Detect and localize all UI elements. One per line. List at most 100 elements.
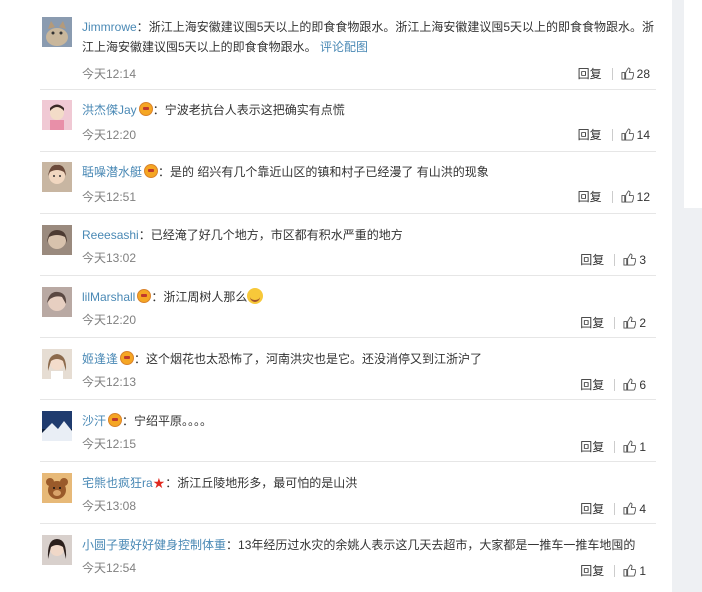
like-button[interactable]: 1	[623, 440, 646, 454]
comment-item: Jimmrowe：浙江上海安徽建议囤5天以上的即食食物跟水。浙江上海安徽建议囤5…	[42, 17, 672, 87]
avatar[interactable]	[42, 411, 72, 441]
avatar[interactable]	[42, 349, 72, 379]
comment-text: 小圆子要好好健身控制体重：13年经历过水灾的余姚人表示这几天去超市，大家都是一推…	[82, 535, 672, 555]
star-badge-icon: ★	[152, 475, 166, 491]
comment-text: 沙汗 ：宁绍平原。。。。	[82, 411, 660, 431]
thumbs-up-icon	[621, 67, 634, 80]
comment-body: 浙江丘陵地形多，最可怕的是山洪	[177, 476, 358, 490]
avatar[interactable]	[42, 100, 72, 130]
avatar[interactable]	[42, 17, 72, 47]
colon: ：	[122, 414, 135, 428]
vip-badge-icon	[108, 413, 123, 427]
like-button[interactable]: 1	[623, 564, 646, 578]
comment-actions: 回复 4	[580, 500, 646, 517]
comment-body: 宁波老抗台人表示这把确实有点慌	[164, 103, 345, 117]
colon: ：	[226, 538, 239, 552]
action-divider	[614, 502, 616, 515]
timestamp: 今天12:51	[82, 190, 137, 204]
comment-text: 聒噪潜水艇 ：是的 绍兴有几个靠近山区的镇和村子已经漫了 有山洪的现象	[82, 162, 660, 182]
reply-button[interactable]: 回复	[578, 65, 602, 82]
reply-button[interactable]: 回复	[578, 188, 602, 205]
username-link[interactable]: 宅熊也疯狂ra	[82, 476, 153, 490]
colon: ：	[136, 20, 149, 34]
reply-button[interactable]: 回复	[580, 376, 604, 393]
like-button[interactable]: 6	[623, 378, 646, 392]
comment-item: 姬逢逢 ：这个烟花也太恐怖了，河南洪灾也是它。还没消停又到江浙沪了 今天12:13…	[42, 349, 672, 393]
action-divider	[614, 564, 616, 577]
timestamp: 今天12:54	[82, 561, 137, 575]
like-button[interactable]: 2	[623, 316, 646, 330]
thumbs-up-icon	[621, 190, 634, 203]
like-button[interactable]: 28	[621, 67, 650, 81]
colon: ：	[134, 352, 147, 366]
comment-divider	[40, 523, 656, 524]
comment-body: 已经淹了好几个地方，市区都有积水严重的地方	[150, 228, 403, 242]
vip-badge-icon	[144, 164, 159, 178]
reply-button[interactable]: 回复	[580, 251, 604, 268]
comment-text: 姬逢逢 ：这个烟花也太恐怖了，河南洪灾也是它。还没消停又到江浙沪了	[82, 349, 660, 369]
like-button[interactable]: 14	[621, 128, 650, 142]
like-count: 6	[639, 377, 646, 392]
comment-body: 浙江周树人那么	[163, 290, 248, 304]
comment-actions: 回复 28	[578, 65, 650, 82]
comment-divider	[40, 151, 656, 152]
avatar[interactable]	[42, 473, 72, 503]
comment-divider	[40, 89, 656, 90]
like-count: 2	[639, 315, 646, 330]
thumbs-up-icon	[623, 253, 637, 266]
avatar[interactable]	[42, 162, 72, 192]
username-link[interactable]: 聒噪潜水艇	[82, 165, 142, 179]
reply-button[interactable]: 回复	[580, 562, 604, 579]
like-button[interactable]: 12	[621, 190, 650, 204]
comment-actions: 回复 1	[580, 562, 646, 579]
like-button[interactable]: 4	[623, 502, 646, 516]
comment-divider	[40, 399, 656, 400]
comment-actions: 回复 2	[580, 314, 646, 331]
action-divider	[611, 128, 613, 141]
like-count: 28	[636, 66, 650, 81]
avatar[interactable]	[42, 535, 72, 565]
timestamp: 今天13:02	[82, 251, 137, 265]
username-link[interactable]: Reeesashi	[82, 228, 139, 242]
action-divider	[614, 316, 616, 329]
reply-button[interactable]: 回复	[578, 126, 602, 143]
username-link[interactable]: Jimmrowe	[82, 20, 137, 34]
thumbs-up-icon	[623, 378, 637, 391]
reply-button[interactable]: 回复	[580, 438, 604, 455]
comment-text: 洪杰傑Jay ：宁波老抗台人表示这把确实有点慌	[82, 100, 660, 120]
colon: ：	[152, 103, 165, 117]
timestamp: 今天12:20	[82, 313, 137, 327]
colon: ：	[158, 165, 171, 179]
comment-item: lilMarshall ：浙江周树人那么 今天12:20 回复 2	[42, 287, 672, 331]
comment-text: Reeesashi：已经淹了好几个地方，市区都有积水严重的地方	[82, 225, 660, 245]
action-divider	[614, 253, 616, 266]
avatar[interactable]	[42, 287, 72, 317]
comment-item: 沙汗 ：宁绍平原。。。。 今天12:15 回复 1	[42, 411, 672, 455]
colon: ：	[165, 476, 178, 490]
username-link[interactable]: 姬逢逢	[82, 352, 118, 366]
action-divider	[611, 190, 613, 203]
avatar[interactable]	[42, 225, 72, 255]
comment-text: Jimmrowe：浙江上海安徽建议囤5天以上的即食食物跟水。浙江上海安徽建议囤5…	[82, 17, 660, 57]
comment-text: lilMarshall ：浙江周树人那么	[82, 287, 660, 307]
reply-button[interactable]: 回复	[580, 314, 604, 331]
thumbs-up-icon	[623, 564, 637, 577]
like-count: 1	[639, 439, 646, 454]
username-link[interactable]: lilMarshall	[82, 290, 135, 304]
vip-badge-icon	[137, 289, 152, 303]
timestamp: 今天12:14	[82, 67, 137, 81]
like-button[interactable]: 3	[623, 253, 646, 267]
action-divider	[614, 378, 616, 391]
username-link[interactable]: 小圆子要好好健身控制体重	[82, 538, 226, 552]
reply-button[interactable]: 回复	[580, 500, 604, 517]
username-link[interactable]: 洪杰傑Jay	[82, 103, 137, 117]
vip-badge-icon	[138, 102, 153, 116]
comment-actions: 回复 6	[580, 376, 646, 393]
comment-item: 小圆子要好好健身控制体重：13年经历过水灾的余姚人表示这几天去超市，大家都是一推…	[42, 535, 672, 579]
username-link[interactable]: 沙汗	[82, 414, 106, 428]
side-card-edge	[684, 0, 702, 208]
timestamp: 今天12:13	[82, 375, 137, 389]
comment-divider	[40, 213, 656, 214]
comment-image-link[interactable]: 评论配图	[320, 40, 368, 54]
comment-item: 洪杰傑Jay ：宁波老抗台人表示这把确实有点慌 今天12:20 回复 14	[42, 100, 672, 144]
